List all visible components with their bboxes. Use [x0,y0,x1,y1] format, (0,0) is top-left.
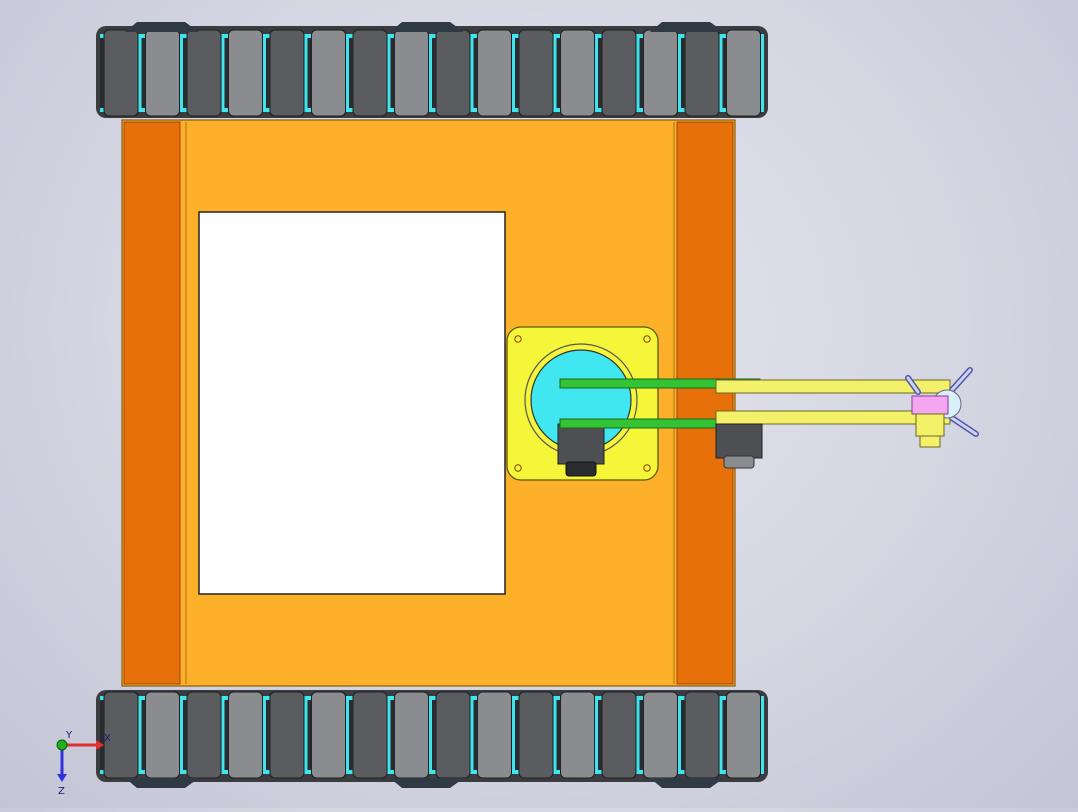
track-pad [560,29,595,117]
gripper-finger [950,368,972,392]
track-pad [352,691,388,779]
track-pad-nub [224,700,229,770]
track-pad-nub [598,700,602,770]
gear-motor [557,423,605,465]
track-pad [186,29,222,117]
chassis-lid-panel[interactable] [198,211,506,595]
track-pad [145,29,180,117]
track-pad [311,29,346,117]
track-pad [726,691,761,779]
track-pad-nub [141,38,146,108]
track-pad-nub [349,38,353,108]
y-axis-dot [56,739,68,751]
gripper-finger [950,416,978,436]
sprocket-guard [125,778,199,788]
track-pad-nub [681,700,685,770]
top-track[interactable] [96,22,768,118]
track-pad [518,29,554,117]
track-pad-nub [390,700,395,770]
track-pad-nub [266,38,270,108]
track-pad [352,29,388,117]
track-pad-nub [183,38,187,108]
track-pad [145,691,180,779]
sprocket-guard [390,22,464,32]
track-pad-nub [141,700,146,770]
track-pad-nub [722,38,727,108]
bottom-track[interactable] [96,690,768,788]
track-pad [601,29,637,117]
track-pad [269,691,305,779]
track-pad-nub [307,700,312,770]
track-pad-nub [556,700,561,770]
track-pad [228,691,263,779]
track-pad [726,29,761,117]
track-pad [311,691,346,779]
track-pad [228,29,263,117]
track-pad-nub [639,700,644,770]
track-pad-nub [432,700,436,770]
sprocket-guard [650,22,724,32]
track-pad [186,691,222,779]
sprocket-guard [390,778,464,788]
y-axis-label: Y [65,730,73,741]
track-pad-nub [390,38,395,108]
track-pad [435,29,471,117]
track-pad [643,691,678,779]
track-pad [103,29,139,117]
gripper-collar [915,413,945,437]
track-pad [435,691,471,779]
track-pad-nub [639,38,644,108]
left-side-rail [123,121,181,685]
track-pad-nub [473,700,478,770]
model-canvas[interactable]: X Y Z [0,0,1078,808]
track-pad-nub [307,38,312,108]
track-pad-nub [100,38,104,108]
track-pad-nub [556,38,561,108]
track-pad [477,691,512,779]
track-pad-nub [432,38,436,108]
track-pad [518,691,554,779]
motor-mount[interactable] [506,326,659,481]
track-pad-nub [224,38,229,108]
z-axis-label: Z [58,786,65,797]
track-pad [560,691,595,779]
track-pad [684,691,720,779]
track-pad-nub [598,38,602,108]
track-pad-nub [473,38,478,108]
track-pad-nub [266,700,270,770]
track-pad [684,29,720,117]
gripper-collar [919,435,941,448]
gripper-wrist [911,395,949,415]
track-pad [477,29,512,117]
x-axis-label: X [104,733,111,744]
arm-hub [715,423,763,459]
track-pad-nub [515,38,519,108]
track-pad [394,29,429,117]
track-pad-nub [722,700,727,770]
track-pad [601,691,637,779]
track-pad [269,29,305,117]
sprocket-guard [650,778,724,788]
track-pad-nub [183,700,187,770]
track-pad-nub [681,38,685,108]
track-pad-nub [515,700,519,770]
motor-shaft [565,461,597,477]
right-side-rail [676,121,734,685]
track-pad [394,691,429,779]
z-axis-head [57,774,67,782]
cad-viewport[interactable]: X Y Z [0,0,1078,808]
arm-hub-cap [723,455,755,469]
track-pad [643,29,678,117]
sprocket-guard [125,22,199,32]
track-pad-nub [349,700,353,770]
